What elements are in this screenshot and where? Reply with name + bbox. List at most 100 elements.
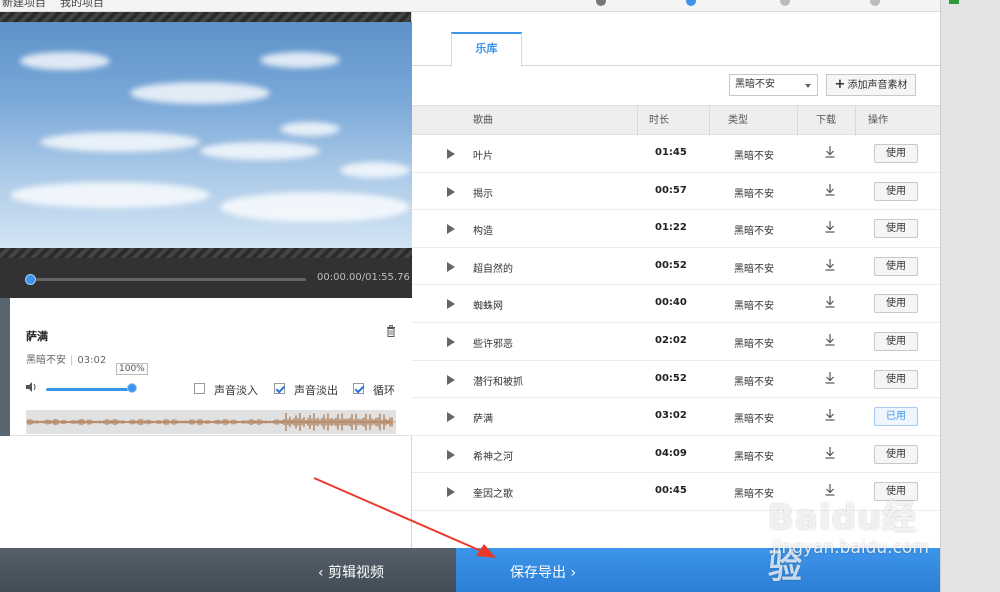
progress-track[interactable] bbox=[30, 278, 306, 281]
table-header: 歌曲 时长 类型 下载 操作 bbox=[412, 105, 940, 136]
use-button[interactable]: 使用 bbox=[874, 444, 918, 464]
play-icon[interactable] bbox=[447, 224, 455, 235]
back-edit-video-button[interactable]: ‹ 剪辑视频 bbox=[318, 562, 384, 582]
song-duration: 01:22 bbox=[655, 222, 687, 234]
song-duration: 00:40 bbox=[655, 297, 687, 309]
step-dot-icon bbox=[596, 0, 606, 6]
library-tabs: 乐库 bbox=[412, 12, 940, 67]
step-dot-icon bbox=[780, 0, 790, 6]
table-row[interactable]: 超自然的 00:52 黑暗不安 使用 bbox=[412, 248, 940, 286]
category-select[interactable]: 黑暗不安 bbox=[729, 74, 818, 96]
fade-out-checkbox[interactable] bbox=[274, 383, 285, 394]
use-button[interactable]: 使用 bbox=[874, 331, 918, 351]
audio-clip-card: 萨满 黑暗不安 | 03:02 100% 声音淡入 声音淡出 循环 bbox=[10, 298, 412, 436]
download-icon[interactable] bbox=[825, 258, 835, 271]
add-sound-label: 添加声音素材 bbox=[847, 80, 908, 91]
step-dot-icon bbox=[870, 0, 880, 6]
audio-waveform[interactable] bbox=[26, 410, 396, 434]
music-library-panel: 乐库 黑暗不安 + 添加声音素材 歌曲 时长 类型 下载 操作 叶片 01:45 黑暗… bbox=[412, 12, 940, 548]
use-button[interactable]: 使用 bbox=[874, 144, 918, 163]
video-preview[interactable] bbox=[0, 22, 412, 248]
use-button[interactable]: 使用 bbox=[874, 256, 918, 276]
use-button[interactable]: 使用 bbox=[874, 369, 918, 389]
song-list: 叶片 01:45 黑暗不安 使用 揭示 00:57 黑暗不安 使用 构造 01:22 黑暗不安 使用超… bbox=[412, 135, 940, 511]
volume-slider[interactable] bbox=[46, 388, 132, 391]
play-icon[interactable] bbox=[447, 186, 455, 197]
my-project-label[interactable]: 我的项目 bbox=[60, 0, 104, 10]
col-type: 类型 bbox=[709, 106, 797, 136]
table-row[interactable]: 蜘蛛网 00:40 黑暗不安 使用 bbox=[412, 285, 940, 323]
use-button[interactable]: 使用 bbox=[874, 294, 918, 314]
song-title: 潜行和被抓 bbox=[473, 376, 523, 388]
play-icon[interactable] bbox=[447, 261, 455, 272]
table-row[interactable]: 构造 01:22 黑暗不安 使用 bbox=[412, 210, 940, 248]
song-title: 奎因之歌 bbox=[473, 489, 513, 501]
use-button[interactable]: 使用 bbox=[874, 219, 918, 239]
use-button[interactable]: 使用 bbox=[874, 482, 918, 502]
song-duration: 00:52 bbox=[655, 259, 687, 271]
use-button[interactable]: 使用 bbox=[874, 181, 918, 201]
play-icon[interactable] bbox=[447, 299, 455, 310]
download-icon[interactable] bbox=[825, 333, 835, 346]
tab-music-library[interactable]: 乐库 bbox=[451, 32, 522, 67]
table-row[interactable]: 萨满 03:02 黑暗不安 已用 bbox=[412, 398, 940, 436]
fade-out-label: 声音淡出 bbox=[294, 384, 338, 397]
editor-panel: 00:00.00/01:55.76 萨满 黑暗不安 | 03:02 100% 声音淡… bbox=[0, 12, 412, 548]
volume-handle[interactable] bbox=[127, 383, 137, 393]
download-icon[interactable] bbox=[825, 371, 835, 384]
song-title: 萨满 bbox=[473, 414, 493, 426]
category-select-value: 黑暗不安 bbox=[735, 79, 775, 90]
save-export-button[interactable]: 保存导出 › bbox=[510, 562, 576, 582]
song-type: 黑暗不安 bbox=[734, 338, 774, 350]
add-sound-button[interactable]: + 添加声音素材 bbox=[826, 74, 916, 96]
song-type: 黑暗不安 bbox=[734, 451, 774, 463]
table-row[interactable]: 叶片 01:45 黑暗不安 使用 bbox=[412, 135, 940, 173]
download-icon[interactable] bbox=[825, 484, 835, 496]
song-type: 黑暗不安 bbox=[734, 263, 774, 275]
fade-in-label: 声音淡入 bbox=[214, 384, 258, 397]
footer-next-area: 保存导出 › bbox=[456, 548, 940, 592]
volume-icon[interactable] bbox=[26, 382, 38, 392]
table-row[interactable]: 些许邪恶 02:02 黑暗不安 使用 bbox=[412, 323, 940, 361]
song-title: 超自然的 bbox=[473, 263, 513, 275]
play-icon[interactable] bbox=[447, 449, 455, 460]
song-type: 黑暗不安 bbox=[734, 188, 774, 200]
col-action: 操作 bbox=[855, 106, 940, 136]
play-icon[interactable] bbox=[447, 412, 455, 423]
play-icon[interactable] bbox=[447, 487, 455, 498]
download-icon[interactable] bbox=[825, 221, 835, 233]
song-type: 黑暗不安 bbox=[734, 489, 774, 501]
chevron-down-icon bbox=[805, 84, 811, 88]
volume-value: 100% bbox=[116, 363, 148, 375]
use-button[interactable]: 已用 bbox=[874, 407, 918, 427]
new-project-label[interactable]: 新建项目 bbox=[2, 0, 46, 10]
song-duration: 04:09 bbox=[655, 447, 687, 459]
trash-icon[interactable] bbox=[386, 325, 396, 337]
download-icon[interactable] bbox=[825, 146, 835, 158]
table-row[interactable]: 揭示 00:57 黑暗不安 使用 bbox=[412, 173, 940, 211]
fade-in-checkbox[interactable] bbox=[194, 383, 205, 394]
download-icon[interactable] bbox=[825, 183, 835, 196]
back-label: 剪辑视频 bbox=[328, 565, 385, 581]
song-duration: 00:57 bbox=[655, 184, 687, 196]
song-duration: 00:52 bbox=[655, 372, 687, 384]
loop-label: 循环 bbox=[373, 384, 395, 397]
table-row[interactable]: 希神之河 04:09 黑暗不安 使用 bbox=[412, 436, 940, 474]
song-title: 揭示 bbox=[473, 188, 493, 200]
song-duration: 00:45 bbox=[655, 485, 687, 497]
loop-checkbox[interactable] bbox=[353, 383, 364, 394]
play-icon[interactable] bbox=[447, 374, 455, 385]
download-icon[interactable] bbox=[825, 409, 835, 421]
clip-meta: 黑暗不安 | 03:02 bbox=[26, 355, 107, 366]
play-icon[interactable] bbox=[447, 149, 455, 159]
song-title: 蜘蛛网 bbox=[473, 301, 503, 313]
playback-time: 00:00.00/01:55.76 bbox=[317, 272, 410, 283]
play-icon[interactable] bbox=[447, 336, 455, 347]
download-icon[interactable] bbox=[825, 446, 835, 459]
next-label: 保存导出 bbox=[510, 565, 566, 581]
song-title: 构造 bbox=[473, 226, 493, 238]
progress-handle[interactable] bbox=[25, 274, 36, 285]
download-icon[interactable] bbox=[825, 296, 835, 308]
table-row[interactable]: 潜行和被抓 00:52 黑暗不安 使用 bbox=[412, 361, 940, 399]
table-row[interactable]: 奎因之歌 00:45 黑暗不安 使用 bbox=[412, 473, 940, 511]
